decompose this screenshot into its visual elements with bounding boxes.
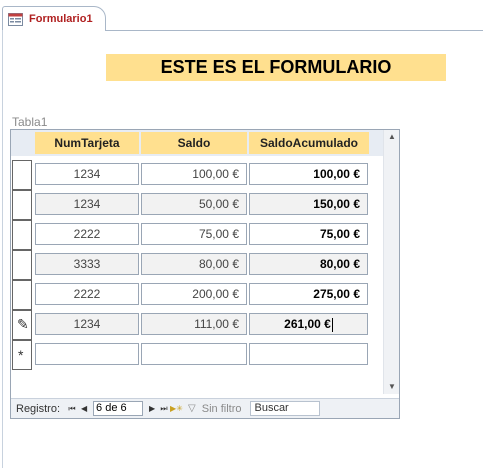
record-navigation-bar: Registro: ⏮ ◀ 6 de 6 ▶ ⏭ ▶✳ ▽ Sin filtro…: [11, 398, 399, 418]
vertical-scrollbar[interactable]: ▲ ▼: [383, 130, 399, 394]
numtarjeta-field[interactable]: 2222: [35, 223, 139, 245]
record-selector-current[interactable]: ✎: [12, 310, 32, 340]
saldo-field[interactable]: 75,00 €: [141, 223, 247, 245]
new-record-asterisk-icon: *: [18, 347, 24, 363]
form-border: [2, 30, 3, 468]
numtarjeta-field[interactable]: 1234: [35, 313, 139, 335]
last-record-icon[interactable]: ⏭: [158, 404, 170, 414]
scroll-down-icon[interactable]: ▼: [384, 380, 400, 394]
numtarjeta-field[interactable]: 2222: [35, 283, 139, 305]
new-saldoacumulado-field[interactable]: [249, 343, 368, 365]
record-label: Registro:: [16, 402, 61, 415]
subform-tabla1: NumTarjeta Saldo SaldoAcumulado 1234 100…: [10, 129, 400, 419]
column-header-saldoacumulado[interactable]: SaldoAcumulado: [249, 132, 369, 154]
record-selector-new[interactable]: *: [12, 340, 32, 370]
filter-icon: ▽: [188, 403, 196, 414]
saldoacumulado-field[interactable]: 150,00 €: [249, 193, 368, 215]
saldoacumulado-value: 261,00 €: [284, 317, 331, 331]
record-selector[interactable]: [12, 160, 32, 190]
document-tab-strip: Formulario1: [0, 0, 483, 31]
first-record-icon[interactable]: ⏮: [66, 404, 78, 414]
form-title: ESTE ES EL FORMULARIO: [106, 54, 446, 81]
tab-label: Formulario1: [29, 13, 93, 25]
saldo-field[interactable]: 50,00 €: [141, 193, 247, 215]
saldo-field[interactable]: 80,00 €: [141, 253, 247, 275]
record-selector[interactable]: [12, 250, 32, 280]
numtarjeta-field[interactable]: 1234: [35, 193, 139, 215]
tab-formulario1[interactable]: Formulario1: [2, 6, 106, 31]
record-selector[interactable]: [12, 190, 32, 220]
saldoacumulado-field[interactable]: 80,00 €: [249, 253, 368, 275]
saldoacumulado-field[interactable]: 100,00 €: [249, 163, 368, 185]
current-record-input[interactable]: 6 de 6: [93, 401, 144, 416]
new-numtarjeta-field[interactable]: [35, 343, 139, 365]
saldo-field[interactable]: 111,00 €: [141, 313, 247, 335]
new-record-icon[interactable]: ▶✳: [170, 404, 183, 413]
column-header-numtarjeta[interactable]: NumTarjeta: [35, 132, 139, 154]
saldoacumulado-field-active[interactable]: 261,00 €: [249, 313, 368, 335]
numtarjeta-field[interactable]: 1234: [35, 163, 139, 185]
text-cursor: [331, 317, 333, 332]
new-saldo-field[interactable]: [141, 343, 247, 365]
no-filter-label: Sin filtro: [201, 402, 242, 415]
previous-record-icon[interactable]: ◀: [78, 404, 90, 413]
record-selector[interactable]: [12, 280, 32, 310]
subform-label: Tabla1: [12, 115, 48, 129]
next-record-icon[interactable]: ▶: [146, 404, 158, 413]
pencil-icon: ✎: [17, 316, 29, 332]
numtarjeta-field[interactable]: 3333: [35, 253, 139, 275]
search-input[interactable]: Buscar: [250, 401, 321, 416]
scroll-up-icon[interactable]: ▲: [384, 130, 400, 144]
record-selector[interactable]: [12, 220, 32, 250]
saldoacumulado-field[interactable]: 275,00 €: [249, 283, 368, 305]
column-header-saldo[interactable]: Saldo: [141, 132, 247, 154]
form-icon: [8, 12, 23, 26]
no-filter-button[interactable]: ▽ Sin filtro: [188, 403, 241, 415]
saldoacumulado-field[interactable]: 75,00 €: [249, 223, 368, 245]
tab-divider: [106, 30, 483, 31]
saldo-field[interactable]: 100,00 €: [141, 163, 247, 185]
saldo-field[interactable]: 200,00 €: [141, 283, 247, 305]
